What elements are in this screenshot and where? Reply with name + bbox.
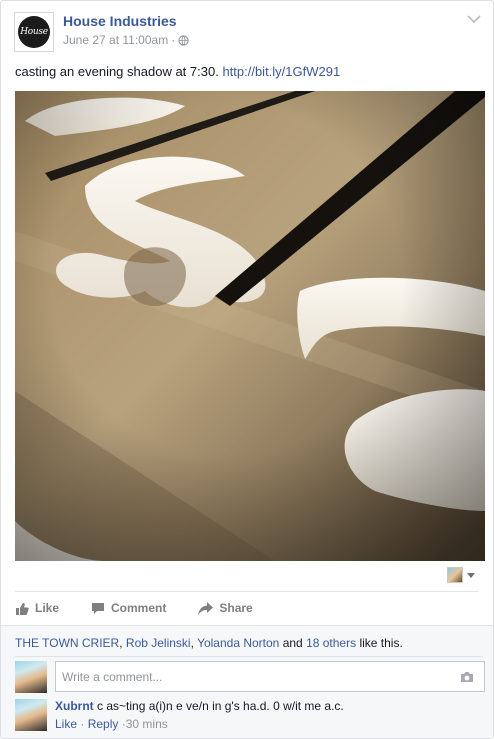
liker-link[interactable]: Rob Jelinski (126, 636, 191, 650)
post-photo[interactable] (15, 91, 485, 561)
viewer-avatar[interactable] (15, 661, 47, 693)
comment-tools: Like · Reply ·30 mins (55, 717, 483, 731)
comment-text: c as~ting a(i)n e ve/n in g's ha.d. 0 w/… (97, 699, 344, 713)
comment-input[interactable]: Write a comment... (55, 661, 485, 692)
commenter-avatar[interactable] (15, 699, 47, 731)
meta-separator: · (171, 33, 176, 47)
comment-item: Xubrnt c as~ting a(i)n e ve/n in g's ha.… (55, 699, 483, 731)
comment-like-link[interactable]: Like (55, 717, 77, 731)
caret-down-icon (467, 572, 475, 578)
audience-selector[interactable] (447, 567, 475, 583)
comment-reply-link[interactable]: Reply (88, 717, 119, 731)
post-header: House House Industries June 27 at 11:00a… (14, 12, 483, 54)
page-avatar[interactable]: House (14, 12, 54, 52)
comment-time[interactable]: 30 mins (126, 717, 168, 731)
speech-bubble-icon (92, 602, 105, 614)
like-button[interactable]: Like (15, 601, 59, 615)
likes-suffix: like this. (356, 636, 403, 650)
post-message: casting an evening shadow at 7:30. (15, 64, 219, 79)
post-link[interactable]: http://bit.ly/1GfW291 (222, 64, 340, 79)
page-name-link[interactable]: House Industries (63, 13, 177, 29)
tools-dot: · (80, 717, 85, 731)
likes-summary: THE TOWN CRIER, Rob Jelinski, Yolanda No… (15, 636, 403, 650)
comment-author[interactable]: Xubrnt (55, 699, 94, 713)
others-link[interactable]: 18 others (306, 636, 356, 650)
feedback-panel: THE TOWN CRIER, Rob Jelinski, Yolanda No… (1, 625, 493, 738)
camera-icon[interactable] (460, 671, 474, 683)
likes-separator: , (119, 636, 126, 650)
liker-link[interactable]: THE TOWN CRIER (15, 636, 119, 650)
post-timestamp[interactable]: June 27 at 11:00am (63, 33, 168, 47)
comment-button[interactable]: Comment (91, 601, 166, 615)
comment-label: Comment (111, 601, 167, 615)
post-text: casting an evening shadow at 7:30. http:… (15, 64, 340, 79)
share-arrow-icon (198, 601, 214, 615)
post-meta: June 27 at 11:00am · (63, 33, 189, 47)
page-logo: House (18, 16, 50, 48)
thumbs-up-icon (16, 602, 29, 615)
globe-icon (178, 34, 189, 46)
comment-body: Xubrnt c as~ting a(i)n e ve/n in g's ha.… (55, 699, 483, 713)
post-card: House House Industries June 27 at 11:00a… (0, 0, 494, 739)
divider (15, 656, 483, 657)
like-label: Like (35, 601, 60, 615)
divider (15, 591, 479, 592)
audience-avatar (447, 567, 463, 583)
chevron-down-icon[interactable] (465, 12, 483, 26)
photo-image (15, 91, 485, 561)
likes-and: and (279, 636, 307, 650)
post-actions: Like Comment Share (15, 599, 253, 617)
share-button[interactable]: Share (198, 601, 253, 615)
liker-link[interactable]: Yolanda Norton (197, 636, 279, 650)
comment-placeholder: Write a comment... (62, 670, 163, 684)
share-label: Share (219, 601, 253, 615)
